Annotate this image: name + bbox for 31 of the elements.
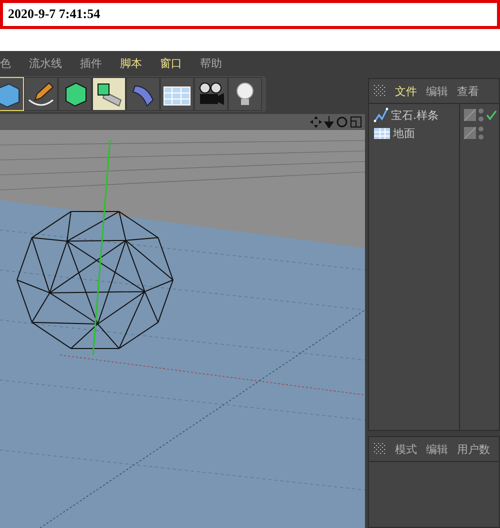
- menu-tab[interactable]: 用户数: [457, 442, 490, 456]
- tool-button[interactable]: [92, 77, 126, 111]
- timestamp: 2020-9-7 7:41:54: [0, 0, 500, 29]
- menu-tab[interactable]: 编辑: [426, 442, 448, 456]
- menu-item[interactable]: 帮助: [200, 56, 222, 71]
- tool-button[interactable]: [194, 77, 228, 111]
- menu-tab[interactable]: 文件: [395, 84, 417, 98]
- menu-item[interactable]: 插件: [80, 56, 102, 71]
- menu-tab[interactable]: 模式: [395, 442, 417, 456]
- pen-icon: [27, 80, 55, 108]
- tool-button[interactable]: [24, 77, 58, 111]
- tool-button[interactable]: [160, 77, 194, 111]
- move-icon[interactable]: [310, 116, 322, 128]
- maximize-icon[interactable]: [350, 116, 362, 128]
- tool-button[interactable]: [228, 77, 262, 111]
- menu-item[interactable]: 色: [0, 56, 11, 71]
- menu-item[interactable]: 流水线: [29, 56, 62, 71]
- check-icon[interactable]: [486, 110, 497, 120]
- menu-item[interactable]: 脚本: [120, 56, 142, 71]
- visibility-dots-icon[interactable]: [478, 108, 484, 122]
- floor-icon: [373, 126, 391, 140]
- tool-button[interactable]: [58, 77, 92, 111]
- object-name[interactable]: 地面: [393, 126, 415, 140]
- menu-item[interactable]: 窗口: [160, 56, 182, 71]
- menu-tab[interactable]: 编辑: [426, 84, 448, 98]
- object-name[interactable]: 宝石.样条: [391, 108, 438, 122]
- visibility-dots-icon[interactable]: [478, 126, 484, 140]
- rotate-icon[interactable]: [336, 116, 348, 128]
- spline-icon: [373, 107, 389, 123]
- menu-tab[interactable]: 查看: [457, 84, 479, 98]
- arrow-icon[interactable]: [324, 116, 334, 128]
